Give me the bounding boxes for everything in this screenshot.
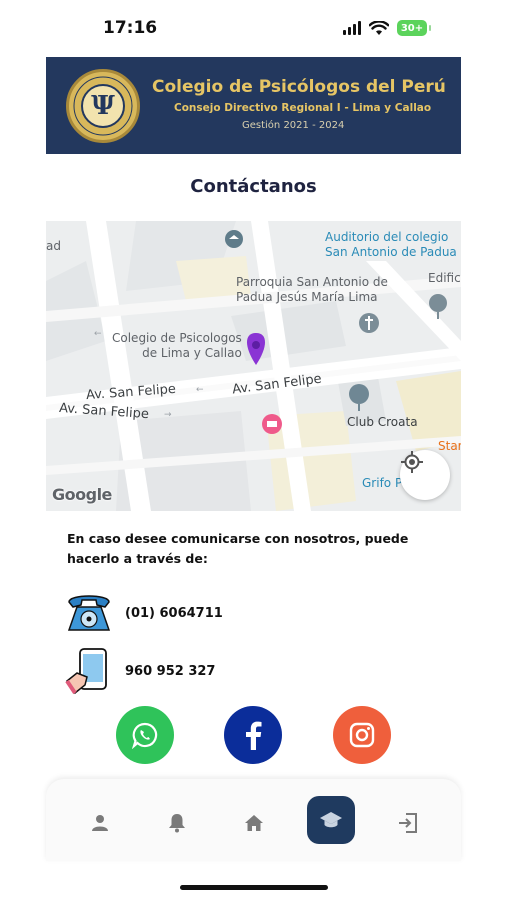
my-location-button[interactable]	[400, 450, 450, 500]
instagram-icon	[349, 722, 375, 748]
header-banner: Ψ Colegio de Psicólogos del Perú Consejo…	[46, 57, 461, 154]
svg-text:←: ←	[196, 385, 204, 395]
whatsapp-button[interactable]	[116, 706, 174, 764]
map-label-edificio[interactable]: Edifici	[428, 271, 461, 286]
mobile-phone-icon	[63, 648, 115, 695]
google-logo: Google	[52, 485, 112, 504]
svg-text:←: ←	[94, 329, 102, 339]
status-time: 17:16	[103, 18, 158, 38]
banner-period: Gestión 2021 - 2024	[242, 120, 345, 131]
map-label-club-croata[interactable]: Club Croata	[347, 415, 418, 430]
home-icon	[245, 815, 263, 831]
graduation-cap-icon	[320, 812, 342, 828]
college-seal-logo: Ψ	[66, 69, 140, 143]
map-canvas: ← ← →	[46, 221, 461, 511]
phone-number[interactable]: (01) 6064711	[125, 606, 223, 621]
crosshair-icon	[401, 451, 423, 473]
wifi-icon	[369, 20, 389, 35]
battery-icon: 30+	[397, 20, 431, 36]
nav-profile[interactable]	[80, 803, 120, 843]
bottom-navigation	[46, 779, 461, 861]
map-label-colegio[interactable]: Colegio de Psicologos de Lima y Callao	[112, 331, 242, 361]
nav-home[interactable]	[234, 803, 274, 843]
banner-title: Colegio de Psicólogos del Perú	[152, 77, 446, 97]
status-icons: 30+	[343, 20, 431, 36]
home-indicator[interactable]	[180, 885, 328, 890]
instagram-button[interactable]	[333, 706, 391, 764]
map-label-ad: ad	[46, 239, 61, 253]
nav-notifications[interactable]	[157, 803, 197, 843]
facebook-icon	[246, 721, 262, 750]
cellular-signal-icon	[343, 21, 361, 35]
logout-icon	[399, 813, 417, 833]
svg-text:→: →	[164, 410, 172, 420]
page-title: Contáctanos	[190, 176, 317, 197]
status-bar: 17:16 30+	[0, 0, 507, 52]
map-label-grifo[interactable]: Grifo P	[362, 476, 402, 491]
banner-subtitle: Consejo Directivo Regional I - Lima y Ca…	[174, 102, 432, 114]
mobile-number[interactable]: 960 952 327	[125, 664, 215, 679]
user-icon	[92, 815, 108, 831]
map-label-star[interactable]: Star	[438, 439, 461, 454]
contact-intro: En caso desee comunicarse con nosotros, …	[67, 531, 409, 566]
mobile-row[interactable]: 960 952 327	[63, 648, 215, 695]
phone-row[interactable]: (01) 6064711	[63, 590, 223, 636]
nav-logout[interactable]	[388, 803, 428, 843]
bell-icon	[169, 814, 185, 833]
nav-education[interactable]	[307, 796, 355, 844]
map-label-auditorio[interactable]: Auditorio del colegio San Antonio de Pad…	[325, 230, 457, 260]
map-view[interactable]: ← ← → Auditorio del colegio San Antonio …	[46, 221, 461, 511]
facebook-button[interactable]	[224, 706, 282, 764]
whatsapp-icon	[131, 722, 158, 749]
map-label-parroquia[interactable]: Parroquia San Antonio de Padua Jesús Mar…	[236, 275, 388, 305]
telephone-icon	[63, 590, 115, 636]
